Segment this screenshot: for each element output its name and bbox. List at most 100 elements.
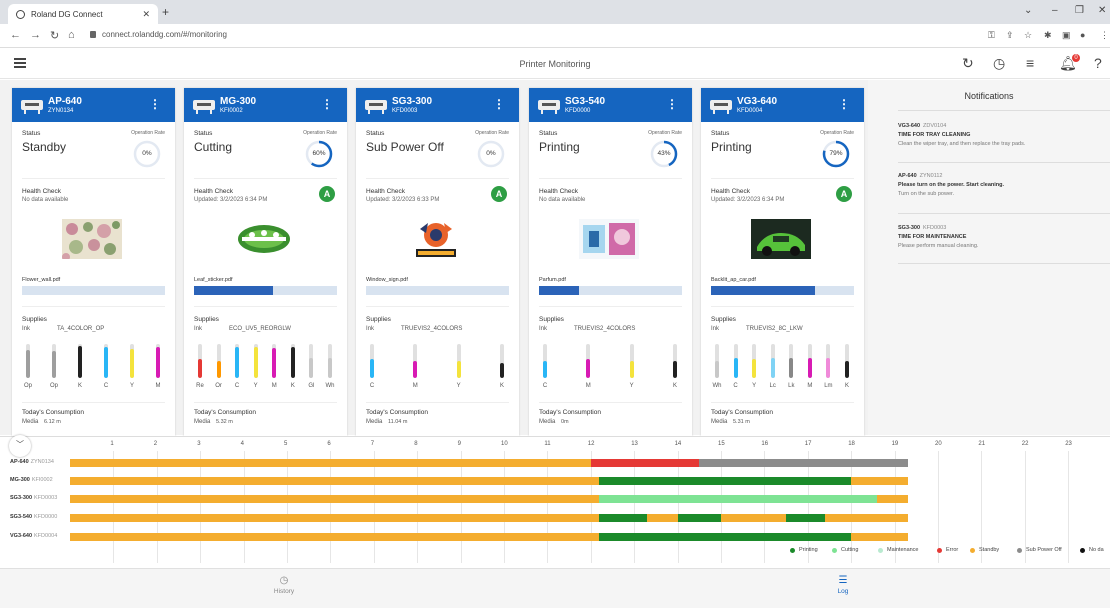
minimize-icon[interactable]: – (1052, 5, 1058, 16)
history-clock-icon[interactable]: ◷ (993, 55, 1005, 72)
home-icon[interactable]: ⌂ (68, 29, 75, 41)
operation-rate-label: Operation Rate (303, 130, 337, 136)
url-text: connect.rolanddg.com/#/monitoring (102, 30, 227, 39)
timeline-segment-error[interactable] (590, 459, 700, 467)
timeline-segment-standby[interactable] (70, 495, 600, 503)
ink-code-label: M (585, 383, 591, 389)
ink-level-bar (370, 344, 374, 378)
timeline-segment-printing[interactable] (599, 533, 852, 541)
legend-dot-icon (878, 547, 883, 553)
notification-detail: Turn on the sub power. (898, 191, 955, 197)
timeline-segment-standby[interactable] (647, 514, 678, 522)
tab-search-icon[interactable]: ⌄ (1024, 5, 1032, 16)
media-label: Media (711, 419, 728, 425)
password-key-icon[interactable]: ⚿ (988, 30, 995, 41)
collapse-chevron-icon[interactable]: ﹀ (9, 435, 31, 457)
timeline-segment-standby[interactable] (70, 533, 600, 541)
maximize-icon[interactable]: ❐ (1075, 5, 1084, 16)
ink-code-label: Lc (769, 383, 776, 389)
job-file-name: Leaf_sticker.pdf (194, 277, 233, 283)
ink-level-bar (673, 344, 677, 378)
bookmark-star-icon[interactable]: ☆ (1024, 30, 1032, 41)
divider (366, 178, 509, 179)
timeline-segment-standby[interactable] (70, 477, 600, 485)
operation-rate-value: 0% (142, 150, 152, 157)
forward-icon[interactable]: → (30, 29, 41, 41)
timeline-segment-standby[interactable] (70, 514, 600, 522)
legend-dot-icon (937, 547, 942, 553)
divider (194, 402, 337, 403)
printer-card[interactable]: MG-300 KFI0002 ⋮ Status Cutting Operatio… (184, 88, 347, 438)
notification-item[interactable]: VG3-640 ZDV0104 TIME FOR TRAY CLEANING Cl… (898, 123, 1110, 147)
timeline-segment-cutting[interactable] (599, 495, 878, 503)
supplies-label: Supplies (711, 316, 736, 323)
operation-rate-value: 79% (829, 150, 843, 157)
printer-serial: KFD0003 (392, 108, 418, 114)
ink-code-label: C (369, 383, 375, 389)
ink-code-label: Y (253, 383, 258, 389)
card-menu-icon[interactable]: ⋮ (321, 97, 333, 111)
profile-icon[interactable]: ● (1080, 30, 1085, 40)
timeline-printer-label: MG-300 KFI0002 (10, 477, 53, 483)
refresh-icon[interactable]: ↻ (962, 55, 974, 72)
help-icon[interactable]: ? (1094, 55, 1102, 71)
timeline-segment-standby[interactable] (877, 495, 908, 503)
ink-code-label: Y (752, 383, 757, 389)
history-nav-button[interactable]: ◷ History (254, 575, 314, 595)
printer-card[interactable]: SG3-540 KFD0000 ⋮ Status Printing Operat… (529, 88, 692, 438)
close-tab-icon[interactable]: ✕ (142, 9, 150, 20)
sidepanel-icon[interactable]: ▣ (1062, 30, 1071, 41)
notification-serial: ZDV0104 (923, 123, 947, 129)
hour-tick-label: 5 (284, 441, 288, 447)
bottom-navigation: ◷ History ☰ Log (0, 568, 1110, 608)
job-progress-bar (22, 286, 165, 295)
log-nav-button[interactable]: ☰ Log (813, 575, 873, 595)
new-tab-icon[interactable]: + (162, 5, 169, 19)
card-menu-icon[interactable]: ⋮ (149, 97, 161, 111)
ink-set-name: TRUEVIS2_4COLORS (574, 326, 636, 332)
timeline-segment-standby[interactable] (851, 477, 908, 485)
notification-item[interactable]: AP-640 ZYN0112 Please turn on the power. … (898, 173, 1110, 197)
printer-card[interactable]: VG3-640 KFD0004 ⋮ Status Printing Operat… (701, 88, 864, 438)
timeline-segment-standby[interactable] (721, 514, 787, 522)
consumption-label: Today's Consumption (366, 409, 428, 416)
health-check-status: Updated: 3/2/2023 6:33 PM (366, 197, 440, 203)
health-check-status: Updated: 3/2/2023 6:34 PM (194, 197, 268, 203)
ink-level-bar (104, 344, 108, 378)
divider (194, 306, 337, 307)
close-window-icon[interactable]: ✕ (1098, 5, 1106, 16)
site-favicon-icon (16, 9, 25, 19)
ink-code-label: Or (215, 383, 222, 389)
hour-gridline (590, 451, 592, 563)
timeline-segment-sub-power-off[interactable] (699, 459, 908, 467)
extensions-icon[interactable]: ✱ (1044, 30, 1052, 41)
share-icon[interactable]: ⇪ (1006, 30, 1014, 41)
ink-levels: Re Or C Y M K Gl Wh (194, 344, 337, 396)
timeline-segment-printing[interactable] (599, 477, 852, 485)
card-menu-icon[interactable]: ⋮ (493, 97, 505, 111)
filter-icon[interactable]: ≡ (1026, 55, 1034, 71)
card-menu-icon[interactable]: ⋮ (666, 97, 678, 111)
browser-tab[interactable]: Roland DG Connect ✕ (8, 4, 158, 24)
reload-icon[interactable]: ↻ (50, 29, 59, 42)
legend-dot-icon (1080, 547, 1085, 553)
hour-gridline (1068, 451, 1070, 563)
timeline-segment-printing[interactable] (786, 514, 826, 522)
browser-menu-icon[interactable]: ⋮ (1100, 30, 1109, 41)
card-header: AP-640 ZYN0134 ⋮ (12, 88, 175, 122)
back-icon[interactable]: ← (10, 29, 21, 41)
timeline-segment-standby[interactable] (825, 514, 908, 522)
card-menu-icon[interactable]: ⋮ (838, 97, 850, 111)
url-field[interactable]: connect.rolanddg.com/#/monitoring (90, 30, 227, 39)
timeline-segment-printing[interactable] (599, 514, 648, 522)
timeline-segment-printing[interactable] (677, 514, 721, 522)
status-label: Status (22, 130, 41, 137)
printer-card[interactable]: SG3-300 KFD0003 ⋮ Status Sub Power Off O… (356, 88, 519, 438)
hour-gridline (547, 451, 549, 563)
timeline-segment-standby[interactable] (70, 459, 591, 467)
printer-card[interactable]: AP-640 ZYN0134 ⋮ Status Standby Operatio… (12, 88, 175, 438)
ink-level-bar (198, 344, 202, 378)
notification-item[interactable]: SG3-300 KFD0003 TIME FOR MAINTENANCE Plea… (898, 225, 1110, 249)
timeline-segment-standby[interactable] (851, 533, 908, 541)
media-consumption-value: 5.31 m (733, 419, 750, 425)
